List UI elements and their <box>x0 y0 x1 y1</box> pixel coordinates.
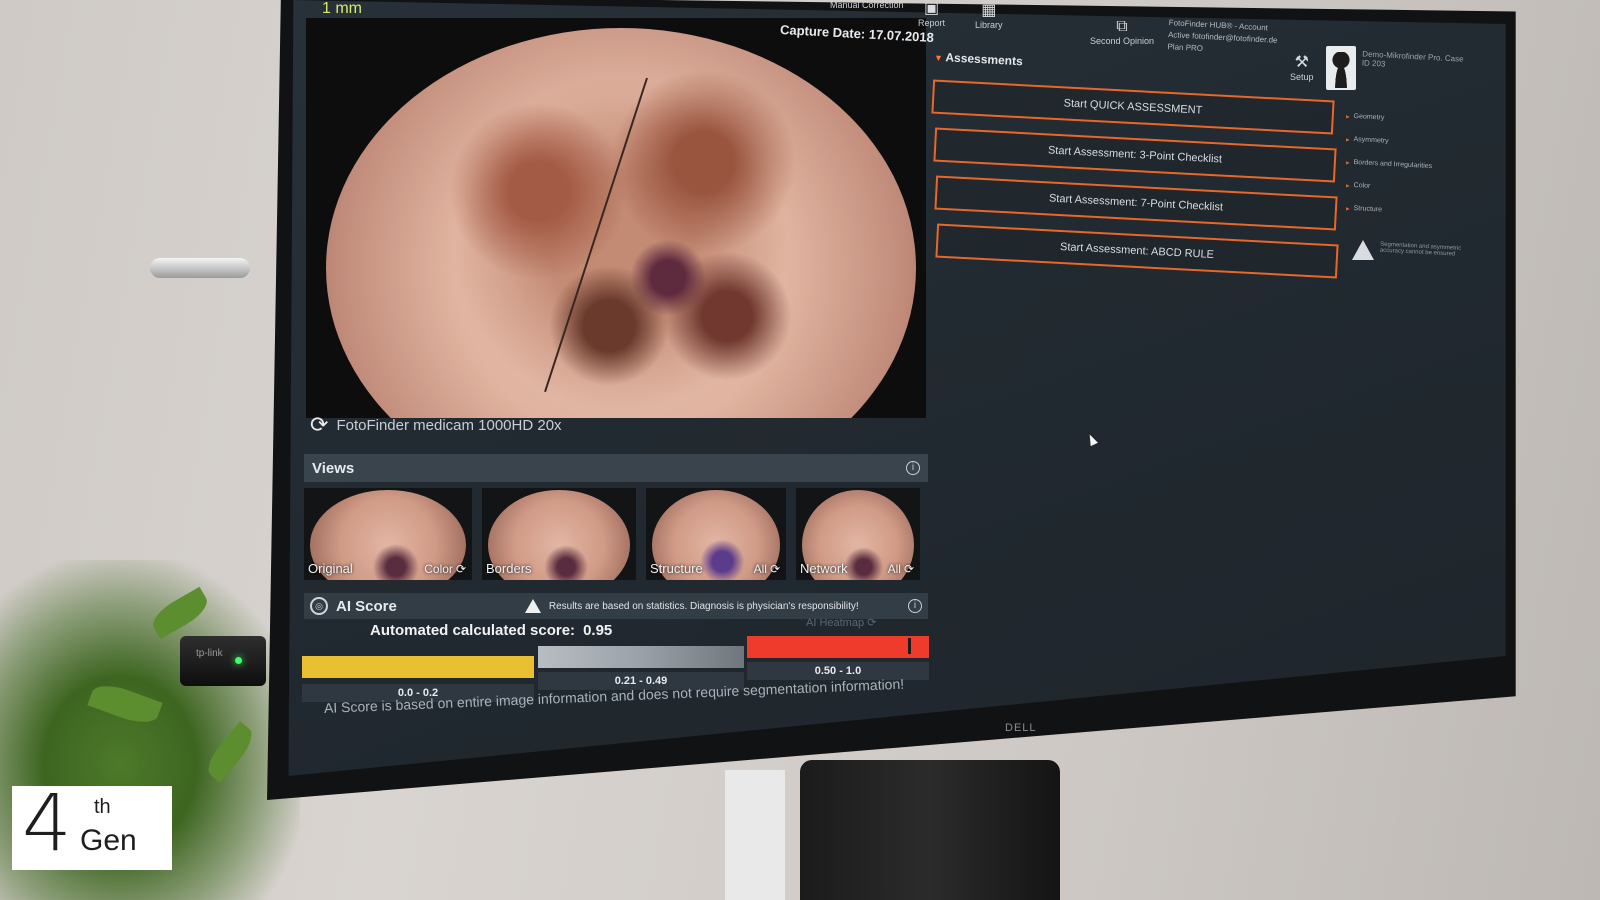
wrench-icon: ⚒ <box>1294 54 1309 71</box>
refresh-icon: ⟳ <box>867 617 877 629</box>
account-info[interactable]: FotoFinder HUB® - Account Active fotofin… <box>1167 17 1278 59</box>
thumb-label: Original <box>308 561 353 576</box>
monitor-stand-base <box>800 760 1060 900</box>
lesion-image <box>326 28 916 418</box>
account-active-label: Active <box>1167 30 1191 41</box>
views-header: Views i <box>304 454 928 482</box>
dermoscopy-image[interactable] <box>306 18 926 418</box>
thumb-right-label: Color <box>424 562 453 576</box>
thumb-right-label: All <box>753 562 767 576</box>
camera-label: FotoFinder medicam 1000HD 20x <box>336 416 562 434</box>
logo-four: 4 <box>22 779 72 869</box>
thumb-all-toggle[interactable]: All ⟳ <box>754 562 780 576</box>
assessment-side-list: Geometry Asymmetry Borders and Irregular… <box>1346 108 1476 223</box>
score-marker <box>908 638 911 654</box>
thumb-color-toggle[interactable]: Color ⟳ <box>424 562 466 576</box>
view-thumbnails: Original Color ⟳ Borders Structure All ⟳… <box>304 488 920 580</box>
ai-heatmap-button[interactable]: AI Heatmap ⟳ <box>806 616 876 629</box>
thumb-label: Network <box>800 561 848 576</box>
warning-icon <box>524 599 541 613</box>
wall-hook <box>150 258 250 278</box>
setup-label: Setup <box>1290 72 1314 82</box>
account-plan: PRO <box>1185 43 1204 53</box>
view-thumb-borders[interactable]: Borders <box>482 488 636 580</box>
scale-label: 1 mm <box>322 0 362 17</box>
patient-avatar[interactable] <box>1326 46 1356 90</box>
view-thumb-network[interactable]: Network All ⟳ <box>796 488 920 580</box>
view-thumb-original[interactable]: Original Color ⟳ <box>304 488 472 580</box>
score-value: 0.95 <box>583 622 613 639</box>
second-opinion-icon: ⧉ <box>1116 18 1128 35</box>
account-user: fotofinder@fotofinder.de <box>1191 31 1278 45</box>
manual-correction-label: Manual Correction <box>830 0 904 10</box>
thumb-right-label: All <box>887 562 901 576</box>
refresh-icon: ⟳ <box>903 562 914 576</box>
refresh-icon: ⟳ <box>769 562 780 576</box>
thumb-all-toggle[interactable]: All ⟳ <box>888 562 914 576</box>
channel-logo: 4 th Gen <box>12 782 172 870</box>
library-button[interactable]: ▦ Library <box>975 0 1003 30</box>
usb-wifi-adapter <box>180 636 266 686</box>
thumb-label: Structure <box>650 561 703 576</box>
score-range-high-bar <box>747 636 929 658</box>
usb-brand-label: tp-link <box>196 648 223 659</box>
score-range-low-bar <box>302 656 534 678</box>
info-icon[interactable]: i <box>906 461 920 475</box>
refresh-icon: ⟳ <box>455 562 466 576</box>
second-opinion-label: Second Opinion <box>1090 36 1155 46</box>
report-icon: ▣ <box>923 0 940 17</box>
manual-correction-button[interactable]: Manual Correction <box>830 0 904 10</box>
info-icon[interactable]: i <box>908 599 922 613</box>
ai-warning-text: Results are based on statistics. Diagnos… <box>548 600 859 612</box>
monitor-stand <box>725 770 785 900</box>
score-row: Automated calculated score: 0.95 <box>370 622 612 639</box>
library-label: Library <box>975 20 1003 30</box>
views-title: Views <box>312 459 355 477</box>
thumb-label: Borders <box>486 561 532 576</box>
score-range-mid-bar <box>538 646 744 668</box>
sync-icon[interactable]: ⟳ <box>310 412 328 438</box>
library-icon: ▦ <box>981 2 997 19</box>
usb-led-icon <box>235 657 242 664</box>
logo-th: th <box>94 796 111 818</box>
report-label: Report <box>918 18 946 28</box>
warning-icon <box>1352 240 1374 260</box>
ai-score-title: AI Score <box>336 597 397 615</box>
setup-button[interactable]: ⚒ Setup <box>1290 52 1314 82</box>
camera-row: ⟳ FotoFinder medicam 1000HD 20x <box>310 412 562 438</box>
ai-heatmap-label: AI Heatmap <box>806 617 865 629</box>
account-plan-label: Plan <box>1167 42 1184 52</box>
score-label: Automated calculated score: <box>370 622 576 639</box>
ai-brain-icon: ◎ <box>310 597 328 615</box>
monitor-brand: DELL <box>1005 722 1037 734</box>
report-button[interactable]: ▣ Report <box>918 0 945 28</box>
logo-gen: Gen <box>80 824 137 857</box>
view-thumb-structure[interactable]: Structure All ⟳ <box>646 488 786 580</box>
second-opinion-button[interactable]: ⧉ Second Opinion <box>1090 18 1154 46</box>
